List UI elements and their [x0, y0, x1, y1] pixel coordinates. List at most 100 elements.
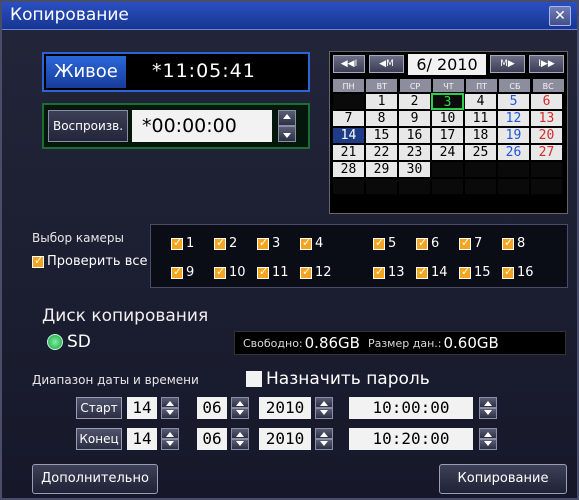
calendar-day[interactable]: 15	[365, 127, 398, 144]
playback-button[interactable]: Воспроизв.	[48, 110, 128, 142]
spin-down-icon[interactable]	[231, 439, 249, 450]
camera-checkbox-14[interactable]: 14	[416, 265, 448, 280]
start-month-spinner[interactable]	[231, 397, 249, 419]
next-year-button[interactable]: I▶▶	[529, 55, 564, 73]
calendar-day[interactable]: 10	[431, 110, 464, 127]
sd-radio[interactable]: SD	[47, 332, 91, 352]
playback-time-field[interactable]: *00:00:00	[132, 110, 272, 142]
end-month-spinner[interactable]	[231, 428, 249, 450]
calendar-day[interactable]: 21	[332, 144, 365, 161]
copy-button[interactable]: Копирование	[439, 464, 567, 494]
calendar-day[interactable]: 16	[398, 127, 431, 144]
prev-year-button[interactable]: ◀◀I	[333, 55, 365, 73]
start-month-field[interactable]: 06	[197, 397, 227, 419]
checkbox-checked-icon[interactable]	[171, 265, 183, 279]
checkbox-checked-icon[interactable]	[214, 236, 226, 250]
checkbox-checked-icon[interactable]	[300, 265, 312, 279]
camera-checkbox-12[interactable]: 12	[300, 265, 332, 280]
camera-checkbox-7[interactable]: 7	[459, 236, 482, 251]
spin-down-icon[interactable]	[315, 439, 333, 450]
camera-checkbox-4[interactable]: 4	[300, 236, 323, 251]
calendar-day[interactable]: 6	[530, 93, 563, 110]
calendar-day[interactable]: 17	[431, 127, 464, 144]
end-year-field[interactable]: 2010	[259, 428, 311, 450]
spin-up-icon[interactable]	[315, 428, 333, 439]
calendar-day[interactable]: 23	[398, 144, 431, 161]
calendar-day[interactable]: 5	[497, 93, 530, 110]
checkbox-unchecked-icon[interactable]	[246, 371, 262, 387]
radio-selected-icon[interactable]	[47, 334, 63, 350]
spin-down-icon[interactable]	[278, 126, 296, 142]
end-time-spinner[interactable]	[479, 428, 497, 450]
calendar-day[interactable]: 24	[431, 144, 464, 161]
end-day-spinner[interactable]	[161, 428, 179, 450]
checkbox-checked-icon[interactable]	[257, 236, 269, 250]
camera-checkbox-6[interactable]: 6	[416, 236, 439, 251]
live-button[interactable]: Живое	[46, 56, 126, 88]
camera-checkbox-11[interactable]: 11	[257, 265, 289, 280]
camera-checkbox-15[interactable]: 15	[459, 265, 491, 280]
camera-checkbox-9[interactable]: 9	[171, 265, 194, 280]
calendar-day[interactable]: 19	[497, 127, 530, 144]
camera-checkbox-3[interactable]: 3	[257, 236, 280, 251]
end-day-field[interactable]: 14	[127, 428, 157, 450]
calendar-day[interactable]: 28	[332, 161, 365, 178]
checkbox-checked-icon[interactable]	[459, 236, 471, 250]
next-month-button[interactable]: M▶	[490, 55, 525, 73]
spin-down-icon[interactable]	[479, 408, 497, 419]
start-day-field[interactable]: 14	[127, 397, 157, 419]
calendar-day[interactable]: 11	[464, 110, 497, 127]
camera-checkbox-16[interactable]: 16	[502, 265, 534, 280]
end-time-field[interactable]: 10:20:00	[349, 428, 473, 450]
camera-checkbox-1[interactable]: 1	[171, 236, 194, 251]
end-year-spinner[interactable]	[315, 428, 333, 450]
calendar-day[interactable]: 27	[530, 144, 563, 161]
calendar-day[interactable]: 25	[464, 144, 497, 161]
calendar-day[interactable]: 13	[530, 110, 563, 127]
advanced-button[interactable]: Дополнительно	[32, 464, 158, 494]
spin-up-icon[interactable]	[479, 428, 497, 439]
camera-checkbox-13[interactable]: 13	[373, 265, 405, 280]
spin-up-icon[interactable]	[479, 397, 497, 408]
spin-down-icon[interactable]	[161, 408, 179, 419]
camera-checkbox-10[interactable]: 10	[214, 265, 246, 280]
spin-down-icon[interactable]	[231, 408, 249, 419]
camera-checkbox-2[interactable]: 2	[214, 236, 237, 251]
playback-time-spinner[interactable]	[278, 110, 296, 142]
spin-up-icon[interactable]	[278, 110, 296, 126]
spin-up-icon[interactable]	[161, 428, 179, 439]
checkbox-checked-icon[interactable]	[32, 254, 44, 268]
checkbox-checked-icon[interactable]	[373, 265, 385, 279]
checkbox-checked-icon[interactable]	[416, 236, 428, 250]
calendar-day[interactable]: 14	[332, 127, 365, 144]
start-year-spinner[interactable]	[315, 397, 333, 419]
calendar-day[interactable]: 26	[497, 144, 530, 161]
camera-checkbox-8[interactable]: 8	[502, 236, 525, 251]
calendar-day[interactable]: 12	[497, 110, 530, 127]
spin-up-icon[interactable]	[231, 397, 249, 408]
checkbox-checked-icon[interactable]	[459, 265, 471, 279]
camera-checkbox-5[interactable]: 5	[373, 236, 396, 251]
calendar-day[interactable]: 7	[332, 110, 365, 127]
end-month-field[interactable]: 06	[197, 428, 227, 450]
calendar-day[interactable]: 29	[365, 161, 398, 178]
calendar-day[interactable]: 20	[530, 127, 563, 144]
prev-month-button[interactable]: ◀M	[369, 55, 404, 73]
spin-up-icon[interactable]	[231, 428, 249, 439]
checkbox-checked-icon[interactable]	[502, 236, 514, 250]
spin-down-icon[interactable]	[161, 439, 179, 450]
calendar-day[interactable]: 22	[365, 144, 398, 161]
spin-up-icon[interactable]	[161, 397, 179, 408]
checkbox-checked-icon[interactable]	[502, 265, 514, 279]
check-all-checkbox[interactable]: Проверить все	[32, 254, 148, 269]
calendar-day[interactable]: 18	[464, 127, 497, 144]
checkbox-checked-icon[interactable]	[257, 265, 269, 279]
calendar-day[interactable]: 3	[431, 93, 464, 110]
set-password-checkbox[interactable]: Назначить пароль	[246, 369, 430, 389]
calendar-day[interactable]: 4	[464, 93, 497, 110]
start-time-spinner[interactable]	[479, 397, 497, 419]
spin-up-icon[interactable]	[315, 397, 333, 408]
start-time-field[interactable]: 10:00:00	[349, 397, 473, 419]
close-icon[interactable]: ✕	[549, 6, 571, 26]
spin-down-icon[interactable]	[315, 408, 333, 419]
